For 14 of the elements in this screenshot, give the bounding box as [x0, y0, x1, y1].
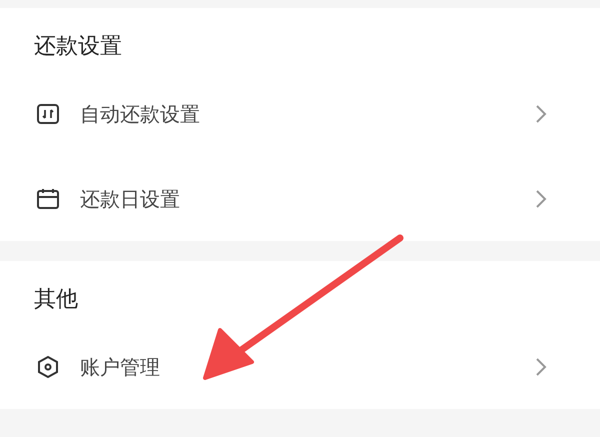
- row-label: 自动还款设置: [80, 100, 201, 128]
- swap-icon: [36, 102, 60, 126]
- settings-row[interactable]: 账户管理: [0, 324, 600, 409]
- row-label: 账户管理: [80, 354, 161, 380]
- calendar-icon: [36, 186, 60, 210]
- section-title: 还款设置: [33, 33, 123, 61]
- chevron-right-icon: [534, 356, 548, 378]
- settings-row[interactable]: 自动还款设置: [0, 71, 600, 156]
- row-label: 还款日设置: [80, 186, 181, 212]
- chevron-right-icon: [534, 188, 548, 210]
- settings-row[interactable]: 还款日设置: [0, 156, 600, 241]
- section-title: 其他: [33, 286, 79, 314]
- chevron-right-icon: [534, 102, 548, 124]
- hexagon-icon: [36, 354, 60, 378]
